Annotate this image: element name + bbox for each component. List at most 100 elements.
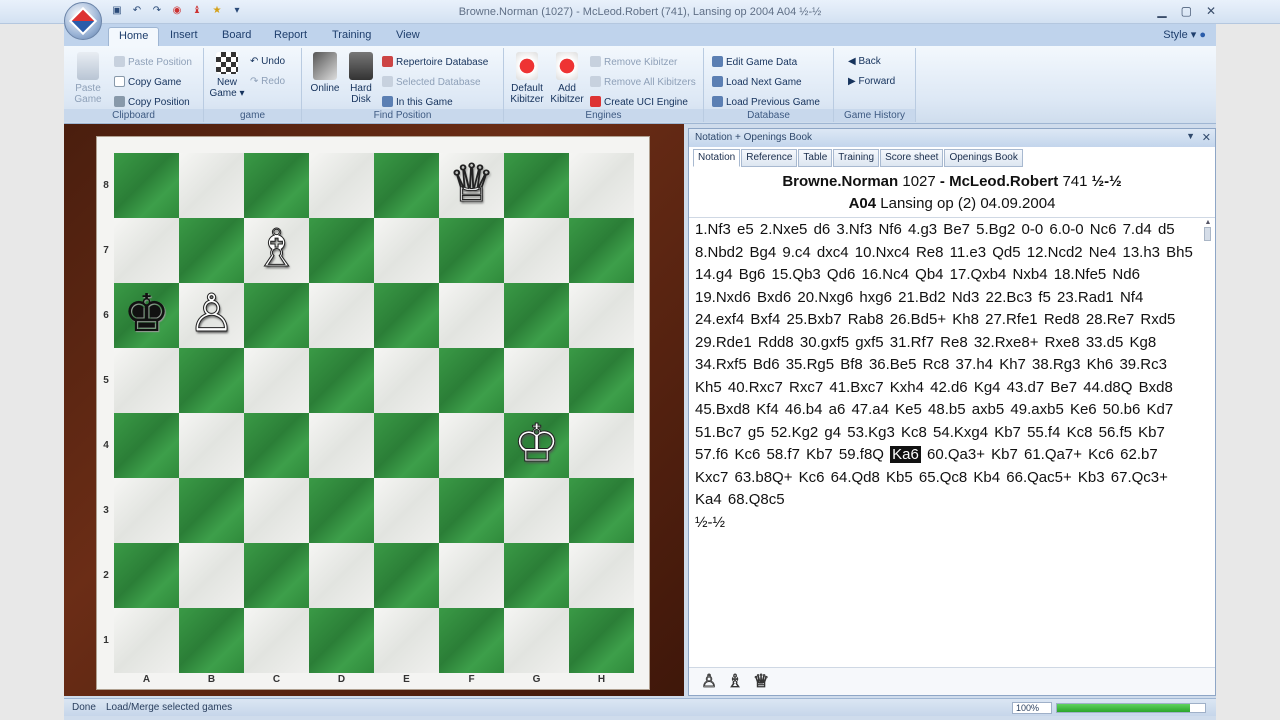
style-menu[interactable]: Style ▾ ● — [1163, 28, 1206, 41]
square-d8[interactable] — [309, 153, 374, 218]
paste-position-button[interactable]: Paste Position — [114, 56, 192, 68]
square-c3[interactable] — [244, 478, 309, 543]
white-queen-piece[interactable]: ♕ — [439, 153, 504, 218]
square-f8[interactable]: ♕ — [439, 153, 504, 218]
square-h6[interactable] — [569, 283, 634, 348]
square-e6[interactable] — [374, 283, 439, 348]
square-c6[interactable] — [244, 283, 309, 348]
square-e5[interactable] — [374, 348, 439, 413]
square-g2[interactable] — [504, 543, 569, 608]
help-icon[interactable]: ● — [1199, 29, 1206, 41]
redo-button[interactable]: ↷ Redo — [250, 76, 285, 87]
square-d2[interactable] — [309, 543, 374, 608]
tab-training[interactable]: Training — [322, 27, 381, 46]
maximize-icon[interactable]: ▢ — [1181, 4, 1192, 18]
square-a5[interactable] — [114, 348, 179, 413]
square-c8[interactable] — [244, 153, 309, 218]
square-e3[interactable] — [374, 478, 439, 543]
zoom-level[interactable]: 100% — [1012, 702, 1052, 714]
square-e2[interactable] — [374, 543, 439, 608]
square-g4[interactable]: ♔ — [504, 413, 569, 478]
tab-home[interactable]: Home — [108, 27, 160, 46]
tab-insert[interactable]: Insert — [160, 27, 208, 46]
square-f3[interactable] — [439, 478, 504, 543]
square-g7[interactable] — [504, 218, 569, 283]
tab-score-sheet[interactable]: Score sheet — [880, 149, 944, 167]
panel-close-icon[interactable]: ✕ — [1202, 131, 1211, 144]
tab-reference[interactable]: Reference — [741, 149, 798, 167]
tab-table[interactable]: Table — [798, 149, 833, 167]
square-d7[interactable] — [309, 218, 374, 283]
square-a6[interactable]: ♚ — [114, 283, 179, 348]
tab-notation[interactable]: Notation — [693, 149, 741, 167]
current-move[interactable]: Ka6 — [890, 446, 921, 463]
square-f2[interactable] — [439, 543, 504, 608]
square-f4[interactable] — [439, 413, 504, 478]
moves-before[interactable]: 1.Nf3 e5 2.Nxe5 d6 3.Nf3 Nf6 4.g3 Be7 5.… — [695, 221, 1193, 463]
online-button[interactable]: Online — [306, 52, 344, 94]
square-b4[interactable] — [179, 413, 244, 478]
square-c7[interactable]: ♗ — [244, 218, 309, 283]
in-this-game-button[interactable]: In this Game — [382, 96, 453, 108]
panel-menu-icon[interactable]: ▼ — [1186, 131, 1195, 141]
load-previous-game-button[interactable]: Load Previous Game — [712, 96, 820, 108]
tab-report[interactable]: Report — [264, 27, 317, 46]
square-c1[interactable] — [244, 608, 309, 673]
square-h2[interactable] — [569, 543, 634, 608]
default-kibitzer-button[interactable]: Default Kibitzer — [506, 52, 548, 105]
edit-game-data-button[interactable]: Edit Game Data — [712, 56, 797, 68]
copy-game-button[interactable]: Copy Game — [114, 76, 181, 88]
forward-button[interactable]: ▶ Forward — [848, 76, 895, 87]
notation-scrollbar[interactable]: ▲ ▼ — [1203, 219, 1213, 665]
white-king-piece[interactable]: ♔ — [504, 413, 569, 478]
square-b7[interactable] — [179, 218, 244, 283]
square-e7[interactable] — [374, 218, 439, 283]
application-menu-button[interactable] — [64, 2, 102, 40]
white-bishop-piece[interactable]: ♗ — [244, 218, 309, 283]
square-g3[interactable] — [504, 478, 569, 543]
tab-board[interactable]: Board — [212, 27, 261, 46]
square-e1[interactable] — [374, 608, 439, 673]
square-g6[interactable] — [504, 283, 569, 348]
square-h3[interactable] — [569, 478, 634, 543]
square-a3[interactable] — [114, 478, 179, 543]
back-button[interactable]: ◀ Back — [848, 56, 881, 67]
square-d5[interactable] — [309, 348, 374, 413]
tab-openings-book[interactable]: Openings Book — [944, 149, 1023, 167]
square-a1[interactable] — [114, 608, 179, 673]
square-a7[interactable] — [114, 218, 179, 283]
square-c2[interactable] — [244, 543, 309, 608]
square-g1[interactable] — [504, 608, 569, 673]
square-h1[interactable] — [569, 608, 634, 673]
scroll-thumb[interactable] — [1204, 227, 1211, 241]
square-f1[interactable] — [439, 608, 504, 673]
copy-position-button[interactable]: Copy Position — [114, 96, 190, 108]
new-game-button[interactable]: New Game ▾ — [206, 52, 248, 99]
selected-database-button[interactable]: Selected Database — [382, 76, 481, 88]
undo-button[interactable]: ↶ Undo — [250, 56, 285, 67]
tab-view[interactable]: View — [386, 27, 430, 46]
square-h4[interactable] — [569, 413, 634, 478]
square-g8[interactable] — [504, 153, 569, 218]
square-a8[interactable] — [114, 153, 179, 218]
square-e4[interactable] — [374, 413, 439, 478]
square-a4[interactable] — [114, 413, 179, 478]
black-king-piece[interactable]: ♚ — [114, 283, 179, 348]
square-d3[interactable] — [309, 478, 374, 543]
tab-training[interactable]: Training — [833, 149, 880, 167]
square-f5[interactable] — [439, 348, 504, 413]
square-b1[interactable] — [179, 608, 244, 673]
square-b2[interactable] — [179, 543, 244, 608]
square-d4[interactable] — [309, 413, 374, 478]
create-uci-engine-button[interactable]: Create UCI Engine — [590, 96, 688, 108]
square-h8[interactable] — [569, 153, 634, 218]
paste-game-button[interactable]: Paste Game — [70, 52, 106, 105]
square-g5[interactable] — [504, 348, 569, 413]
square-b5[interactable] — [179, 348, 244, 413]
square-c4[interactable] — [244, 413, 309, 478]
move-list[interactable]: 1.Nf3 e5 2.Nxe5 d6 3.Nf3 Nf6 4.g3 Be7 5.… — [695, 219, 1195, 534]
square-h7[interactable] — [569, 218, 634, 283]
square-e8[interactable] — [374, 153, 439, 218]
repertoire-database-button[interactable]: Repertoire Database — [382, 56, 488, 68]
add-kibitzer-button[interactable]: Add Kibitzer — [548, 52, 586, 105]
